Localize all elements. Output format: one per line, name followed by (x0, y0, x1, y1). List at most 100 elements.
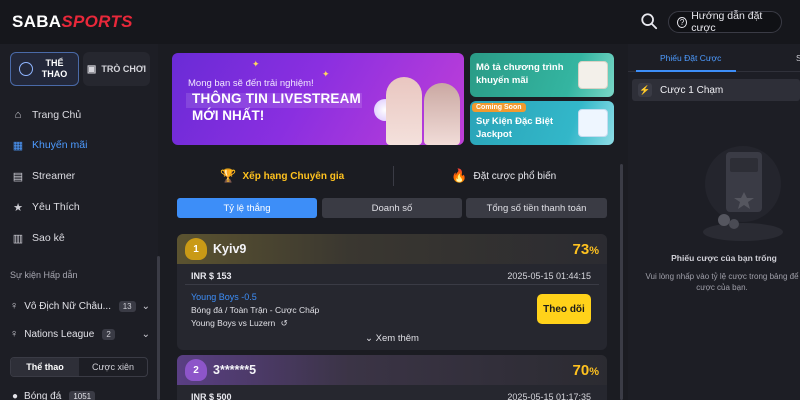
bet-amount: INR $ 500 (191, 392, 232, 400)
sidebar-item-favorites[interactable]: ★ Yêu Thích (12, 197, 80, 217)
expert-username[interactable]: 3******5 (213, 363, 256, 377)
hint-line1: Vui lòng nhấp vào tỷ lệ cược trong bảng … (645, 272, 799, 281)
football-count: 1051 (69, 390, 96, 400)
category-tabs: 🏆 Xếp hạng Chuyên gia 🔥 Đặt cược phổ biế… (172, 162, 614, 190)
banner-line1: Mong bạn sẽ đến trải nghiệm! (188, 78, 314, 89)
event-count: 13 (118, 300, 136, 312)
tab-expert-ranking-label: Xếp hạng Chuyên gia (242, 170, 345, 182)
sport-type-toggle: Thể thao Cược xiên (10, 357, 148, 377)
banner-small-line1: Sự Kiện Đặc Biệt (476, 116, 554, 127)
bet-time: 2025-05-15 01:44:15 (507, 271, 591, 281)
sidebar-item-label: Trang Chủ (32, 109, 82, 121)
event-label: Vô Địch Nữ Châu... (24, 300, 111, 312)
see-more-button[interactable]: ⌄ Xem thêm (177, 333, 607, 344)
one-click-bet-toggle[interactable]: ⚡ Cược 1 Chạm (632, 79, 800, 101)
banner-line3: MỚI NHẤT! (192, 108, 265, 123)
sidebar-item-football[interactable]: ● Bóng đá 1051 (12, 388, 152, 400)
livestream-banner[interactable]: ✦ ✦ Mong bạn sẽ đến trải nghiệm! THÔNG T… (172, 53, 464, 145)
sidebar-item-label: Streamer (32, 170, 76, 182)
betting-guide-label: Hướng dẫn đặt cược (691, 10, 763, 34)
jackpot-banner[interactable]: Coming Soon Sự Kiện Đặc Biệt Jackpot (470, 101, 614, 145)
win-rate-value: 73 (572, 241, 590, 258)
banner-line2: THÔNG TIN LIVESTREAM (192, 91, 361, 106)
logo-text-sports: SPORTS (61, 12, 133, 31)
replay-icon: ↺ (280, 318, 288, 328)
tab-games-label: TRÒ CHƠI (101, 64, 147, 74)
sidebar-item-label: Sao kê (32, 232, 65, 244)
tab-games[interactable]: ▣ TRÒ CHƠI (83, 52, 150, 86)
banner-small-line2: Jackpot (476, 129, 512, 140)
top-header: SABASPORTS ? Hướng dẫn đặt cược (0, 0, 800, 44)
one-click-label: Cược 1 Chạm (660, 84, 724, 96)
tab-sports[interactable]: THỂ THAO (10, 52, 79, 86)
logo-text-saba: SABA (12, 12, 62, 31)
sidebar-item-home[interactable]: ⌂ Trang Chủ (12, 105, 82, 125)
sparkle-icon: ✦ (252, 59, 260, 69)
chevron-down-icon[interactable]: ⌄ (142, 329, 150, 340)
active-tab-indicator (636, 70, 736, 72)
bet-time: 2025-05-15 01:17:35 (507, 392, 591, 400)
expert-card: 2 3******5 70% INR $ 500 2025-05-15 01:1… (177, 355, 607, 400)
win-rate: 70% (573, 362, 599, 379)
tab-parlay[interactable]: Cược xiên (79, 358, 147, 376)
trophy-icon: ♀ (10, 328, 19, 340)
sidebar-item-statement[interactable]: ▥ Sao kê (12, 228, 65, 248)
sidebar-item-streamer[interactable]: ▤ Streamer (12, 166, 75, 186)
win-rate-unit: % (589, 245, 599, 257)
bet-pick: Young Boys -0.5 (191, 292, 257, 302)
win-rate: 73% (573, 241, 599, 258)
main-scrollbar[interactable] (620, 164, 623, 400)
bet-amount: INR $ 153 (191, 271, 232, 281)
featured-events-title: Sự kiện Hấp dẫn (10, 270, 78, 280)
sidebar-item-promotions[interactable]: ▦ Khuyến mãi (12, 135, 88, 155)
star-icon: ★ (13, 201, 23, 214)
segment-win-rate[interactable]: Tỷ lệ thắng (177, 198, 317, 218)
sidebar-item-label: Yêu Thích (32, 201, 80, 213)
see-more-label: Xem thêm (375, 333, 419, 344)
tab-expert-ranking[interactable]: 🏆 Xếp hạng Chuyên gia (172, 168, 393, 184)
banner-small-line1: Mô tả chương trình (476, 62, 564, 73)
tab-sports-label: THỂ THAO (41, 58, 68, 79)
tab-bet-slip[interactable]: Phiếu Đặt Cược (660, 53, 721, 63)
streamer-figure (386, 77, 422, 145)
soccer-ball-icon (18, 62, 33, 76)
gift-icon: ▦ (12, 139, 24, 152)
bet-match: Young Boys vs Luzern ↺ (191, 318, 288, 329)
search-icon[interactable] (640, 12, 658, 30)
empty-slip-illustration (703, 146, 783, 241)
trophy-icon: ♀ (10, 300, 19, 312)
event-womens-champions[interactable]: ♀ Vô Địch Nữ Châu... 13 ⌄ (10, 296, 150, 316)
sparkle-icon: ✦ (322, 69, 330, 79)
main-content: ✦ ✦ Mong bạn sẽ đến trải nghiệm! THÔNG T… (160, 44, 626, 400)
tab-single-sports[interactable]: Thể thao (11, 358, 79, 376)
streamer-icon: ▤ (12, 170, 24, 183)
sidebar-item-label: Bóng đá (24, 390, 62, 400)
lightning-icon: ⚡ (638, 83, 652, 97)
bet-slip-tabs: Phiếu Đặt Cược S (628, 44, 800, 72)
betting-guide-button[interactable]: ? Hướng dẫn đặt cược (668, 10, 782, 34)
banner-small-line2: khuyến mãi (476, 75, 529, 86)
event-nations-league[interactable]: ♀ Nations League 2 ⌄ (10, 324, 150, 344)
tab-second[interactable]: S (796, 53, 800, 63)
segment-total-payout[interactable]: Tổng số tiền thanh toán (466, 198, 607, 218)
saba-sports-logo[interactable]: SABASPORTS (12, 12, 133, 32)
expert-username[interactable]: Kyiv9 (213, 242, 246, 256)
segment-turnover[interactable]: Doanh số (322, 198, 462, 218)
win-rate-value: 70 (572, 362, 590, 379)
divider (185, 284, 599, 285)
help-icon: ? (677, 16, 688, 28)
follow-button[interactable]: Theo dõi (537, 294, 591, 324)
bet-slip-panel: Phiếu Đặt Cược S ⚡ Cược 1 Chạm Phiếu cượ… (628, 44, 800, 400)
trophy-icon: 🏆 (220, 168, 237, 183)
bet-market: Bóng đá / Toàn Trận - Cược Chấp (191, 305, 320, 315)
event-label: Nations League (24, 328, 95, 340)
promo-description-banner[interactable]: Mô tả chương trình khuyến mãi (470, 53, 614, 97)
win-rate-unit: % (589, 366, 599, 378)
trophy-rank-icon: 1 (185, 238, 207, 260)
sidebar-tabs: THỂ THAO ▣ TRÒ CHƠI (10, 52, 150, 86)
streamer-figure (424, 83, 460, 145)
chevron-down-icon[interactable]: ⌄ (142, 301, 150, 312)
fire-icon: 🔥 (451, 168, 468, 183)
bet-match-label: Young Boys vs Luzern (191, 318, 276, 328)
tab-popular-bets[interactable]: 🔥 Đặt cược phổ biến (394, 168, 615, 184)
